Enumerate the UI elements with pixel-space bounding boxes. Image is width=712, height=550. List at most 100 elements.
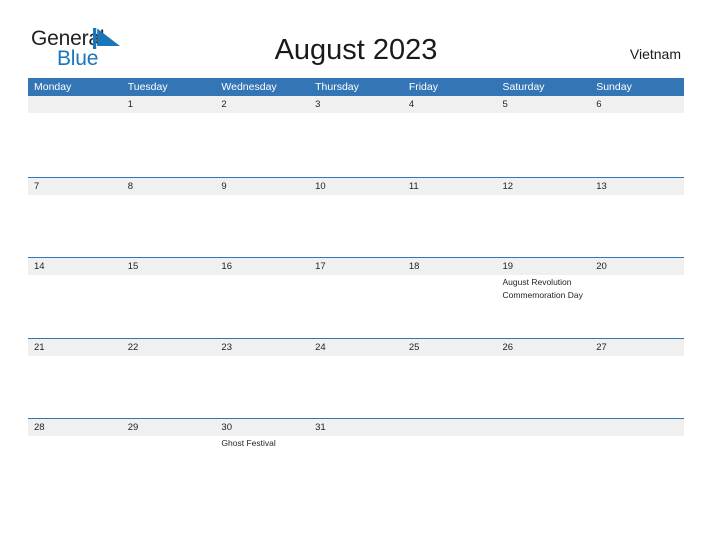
week-event-body [28,356,684,357]
week-event-body: Ghost Festival [28,436,684,450]
weekday-header-monday: Monday [34,81,72,93]
day-cell[interactable] [497,356,591,357]
day-cell[interactable] [28,275,122,301]
day-cell[interactable] [403,436,497,450]
day-number[interactable]: 21 [28,339,122,356]
day-number[interactable] [497,419,591,436]
day-number[interactable]: 30 [215,419,309,436]
holiday-event-label: Ghost Festival [221,438,276,448]
day-number[interactable] [590,419,684,436]
day-cell[interactable] [590,356,684,357]
calendar-week-row: 14 15 16 17 18 19 20 August Revolution Commemor… [28,257,684,338]
day-cell[interactable] [590,113,684,114]
week-date-band: 21 22 23 24 25 26 27 [28,338,684,356]
day-number[interactable]: 10 [309,178,403,195]
day-number[interactable]: 26 [497,339,591,356]
weekday-header-tuesday: Tuesday [127,81,168,93]
calendar-week-row: 28 29 30 31 Ghost Festival [28,418,684,499]
weekday-header-wednesday: Wednesday [221,81,277,93]
day-number[interactable]: 13 [590,178,684,195]
day-cell[interactable] [28,436,122,450]
day-number[interactable]: 31 [309,419,403,436]
holiday-event-label: August Revolution Commemoration Day [502,277,583,300]
day-cell[interactable]: August Revolution Commemoration Day [497,275,591,301]
day-cell[interactable]: Ghost Festival [215,436,309,450]
calendar-weeks: 1 2 3 4 5 6 7 8 9 10 11 12 13 14 15 16 17 18 19 20 August Re… [28,96,684,499]
day-cell[interactable] [28,113,122,114]
day-number[interactable]: 8 [122,178,216,195]
day-number[interactable]: 23 [215,339,309,356]
day-cell[interactable] [309,195,403,196]
day-cell[interactable] [122,356,216,357]
day-cell[interactable] [590,436,684,450]
week-event-body [28,195,684,196]
day-cell[interactable] [215,275,309,301]
day-cell[interactable] [122,113,216,114]
day-cell[interactable] [403,356,497,357]
day-number[interactable]: 5 [497,96,591,113]
day-number[interactable]: 27 [590,339,684,356]
day-number[interactable]: 18 [403,258,497,275]
calendar-grid: Monday Tuesday Wednesday Thursday Friday… [28,78,684,499]
day-number[interactable]: 29 [122,419,216,436]
day-number[interactable]: 28 [28,419,122,436]
day-number[interactable]: 17 [309,258,403,275]
day-number[interactable]: 7 [28,178,122,195]
day-cell[interactable] [28,356,122,357]
week-event-body: August Revolution Commemoration Day [28,275,684,301]
day-number[interactable] [28,96,122,113]
calendar-week-row: 21 22 23 24 25 26 27 [28,337,684,419]
day-cell[interactable] [309,113,403,114]
day-number[interactable]: 3 [309,96,403,113]
day-cell[interactable] [122,436,216,450]
day-cell[interactable] [215,113,309,114]
week-date-band: 28 29 30 31 [28,419,684,436]
calendar-week-row: 123456 [28,96,684,177]
day-cell[interactable] [309,356,403,357]
region-label: Vietnam [629,46,681,62]
day-number[interactable]: 15 [122,258,216,275]
day-cell[interactable] [309,436,403,450]
calendar-page: General Blue August 2023 Vietnam Monday … [0,0,712,550]
day-number[interactable]: 19 [497,258,591,275]
day-number[interactable]: 25 [403,339,497,356]
day-cell[interactable] [497,113,591,114]
day-cell[interactable] [497,195,591,196]
day-cell[interactable] [590,275,684,301]
day-number[interactable]: 16 [215,258,309,275]
weekday-header-sunday: Sunday [596,81,632,93]
week-date-band: 7 8 9 10 11 12 13 [28,177,684,195]
day-number[interactable]: 4 [403,96,497,113]
week-event-body [28,113,684,114]
weekday-header-friday: Friday [408,81,438,93]
day-number[interactable]: 9 [215,178,309,195]
day-cell[interactable] [28,195,122,196]
day-number[interactable]: 6 [590,96,684,113]
day-number[interactable]: 2 [215,96,309,113]
week-date-band: 123456 [28,96,684,113]
day-number[interactable] [403,419,497,436]
calendar-week-row: 7 8 9 10 11 12 13 [28,176,684,258]
day-cell[interactable] [403,195,497,196]
weekday-header-thursday: Thursday [315,81,359,93]
day-number[interactable]: 11 [403,178,497,195]
day-cell[interactable] [497,436,591,450]
day-number[interactable]: 24 [309,339,403,356]
day-cell[interactable] [215,356,309,357]
weekday-header-saturday: Saturday [502,81,545,93]
day-cell[interactable] [215,195,309,196]
day-cell[interactable] [309,275,403,301]
day-cell[interactable] [403,275,497,301]
week-date-band: 14 15 16 17 18 19 20 [28,258,684,275]
page-header: General Blue August 2023 Vietnam [0,0,712,78]
page-title: August 2023 [274,34,438,66]
day-cell[interactable] [122,195,216,196]
day-cell[interactable] [590,195,684,196]
day-cell[interactable] [403,113,497,114]
day-cell[interactable] [122,275,216,301]
day-number[interactable]: 20 [590,258,684,275]
day-number[interactable]: 22 [122,339,216,356]
day-number[interactable]: 14 [28,258,122,275]
day-number[interactable]: 1 [122,96,216,113]
day-number[interactable]: 12 [497,178,591,195]
